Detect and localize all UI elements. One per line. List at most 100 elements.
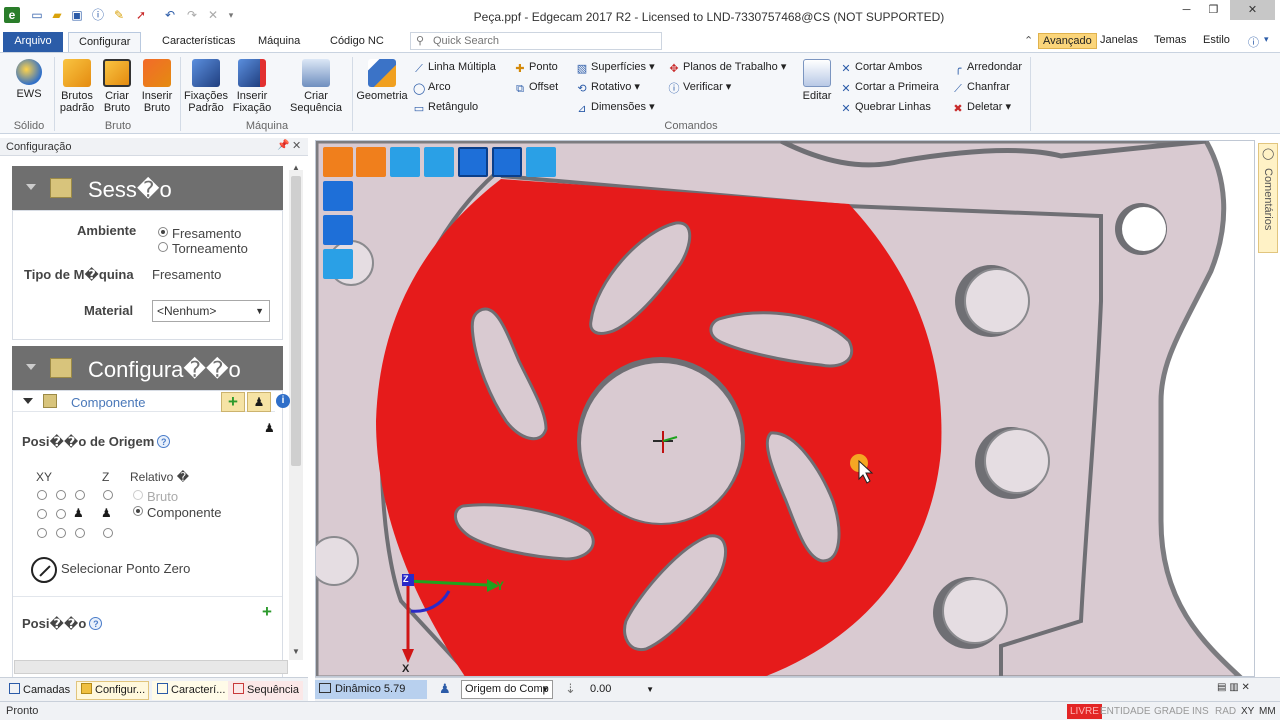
layout-icons[interactable]: ▤ ▥ ✕ xyxy=(1217,682,1250,693)
xy-origin-radio[interactable] xyxy=(56,509,66,519)
z-origin-radio[interactable] xyxy=(103,490,113,500)
side-view-icon[interactable] xyxy=(323,249,353,279)
zoom-icon[interactable] xyxy=(458,147,488,177)
xy-origin-radio[interactable] xyxy=(75,490,85,500)
flag-xy[interactable]: XY xyxy=(1238,704,1257,719)
flag-ins[interactable]: INS xyxy=(1189,704,1212,719)
collapse-ribbon-icon[interactable]: ⌃ xyxy=(1024,34,1033,47)
search-input[interactable] xyxy=(433,34,658,48)
dimensoes-button[interactable]: ⊿ Dimensões ▾ xyxy=(576,99,654,115)
radio-torneamento[interactable] xyxy=(158,242,168,252)
menu-janelas[interactable]: Janelas xyxy=(1100,34,1138,46)
menu-temas[interactable]: Temas xyxy=(1154,34,1186,46)
z-origin-radio[interactable] xyxy=(103,528,113,538)
panel-scrollbar-thumb[interactable] xyxy=(291,176,301,466)
maximize-button[interactable]: ❐ xyxy=(1200,0,1227,20)
scroll-up-icon[interactable]: ▲ xyxy=(292,163,300,172)
selecionar-ponto-zero-label[interactable]: Selecionar Ponto Zero xyxy=(61,561,190,576)
retangulo-button[interactable]: ▭ Retângulo xyxy=(413,99,478,115)
arco-button[interactable]: ◯ Arco xyxy=(413,79,451,95)
xy-origin-radio[interactable] xyxy=(37,490,47,500)
section-configuracao-header[interactable]: Configura��o xyxy=(12,346,283,390)
cortar-ambos-button[interactable]: ✕ Cortar Ambos xyxy=(840,59,922,75)
xy-origin-radio[interactable] xyxy=(75,528,85,538)
tab-caracteristicas-panel[interactable]: Caracterí... xyxy=(152,681,230,700)
scroll-down-icon[interactable]: ▼ xyxy=(292,647,300,656)
ews-button[interactable]: EWS xyxy=(12,59,46,100)
inserir-fixacao-button[interactable]: Inserir Fixação xyxy=(230,59,274,114)
quick-search[interactable]: ⚲ xyxy=(410,32,662,50)
z-origin-selected-icon[interactable]: ♟ xyxy=(101,506,112,520)
ribbon-options-icon[interactable]: ▾ xyxy=(1264,34,1269,45)
front-view-icon[interactable] xyxy=(323,215,353,245)
tab-maquina[interactable]: Máquina xyxy=(248,32,310,52)
graphics-viewport[interactable]: Y X Z xyxy=(315,140,1255,677)
pin-icon[interactable]: 📌 xyxy=(277,140,289,151)
material-select[interactable]: <Nenhum> ▼ xyxy=(152,300,270,322)
radio-bruto[interactable] xyxy=(133,490,143,500)
redo-icon[interactable]: ↷ xyxy=(185,8,199,22)
tab-arquivo[interactable]: Arquivo xyxy=(3,32,63,52)
verificar-button[interactable]: ⓘ Verificar ▾ xyxy=(668,79,732,95)
geometria-button[interactable]: Geometria xyxy=(356,59,408,102)
radio-fresamento[interactable] xyxy=(158,227,168,237)
quebrar-linhas-button[interactable]: ✕ Quebrar Linhas xyxy=(840,99,930,115)
iso-view-icon[interactable] xyxy=(323,147,353,177)
component-info-icon[interactable]: i xyxy=(276,394,290,408)
top-view-icon[interactable] xyxy=(323,181,353,211)
dynamic-zoom-readout[interactable]: Dinâmico 5.79 xyxy=(315,680,427,699)
rotativo-button[interactable]: ⟲ Rotativo ▾ xyxy=(576,79,640,95)
collapse-arrow-icon[interactable] xyxy=(26,364,36,370)
depth-select[interactable]: 0.00 ▼ xyxy=(585,680,657,699)
editar-button[interactable]: Editar xyxy=(798,59,836,102)
customize-qa-icon[interactable]: ▾ xyxy=(224,8,238,22)
machine-view-icon[interactable] xyxy=(356,147,386,177)
radio-componente[interactable] xyxy=(133,506,143,516)
ponto-button[interactable]: ✚ Ponto xyxy=(514,59,557,75)
help-icon[interactable]: ⓘ xyxy=(1248,34,1259,50)
brutos-padrao-button[interactable]: Brutos padrão xyxy=(58,59,96,114)
app-logo-icon[interactable]: e xyxy=(4,7,20,23)
expand-arrow-icon[interactable] xyxy=(23,398,33,404)
save-icon[interactable]: ▣ xyxy=(70,8,84,22)
xy-origin-radio[interactable] xyxy=(56,490,66,500)
xy-origin-radio[interactable] xyxy=(37,509,47,519)
xy-origin-radio[interactable] xyxy=(37,528,47,538)
flag-rad[interactable]: RAD xyxy=(1212,704,1239,719)
origin-select[interactable]: Origem do Comp ▼ xyxy=(461,680,553,699)
tab-sequencia[interactable]: Sequência xyxy=(228,681,303,700)
new-icon[interactable]: ▭ xyxy=(30,8,44,22)
open-icon[interactable]: ▰ xyxy=(50,8,64,22)
superficies-button[interactable]: ▧ Superfícies ▾ xyxy=(576,59,655,75)
arredondar-button[interactable]: ╭ Arredondar xyxy=(952,59,1022,75)
cancel-icon[interactable]: ✕ xyxy=(206,8,220,22)
fixacoes-padrao-button[interactable]: Fixações Padrão xyxy=(184,59,228,114)
workplane-icon[interactable]: ♟ xyxy=(439,681,451,697)
tab-configurar-panel[interactable]: Configur... xyxy=(76,681,150,700)
select-zero-point-icon[interactable] xyxy=(31,557,57,583)
help-icon[interactable]: ? xyxy=(89,617,103,630)
list-view-icon[interactable] xyxy=(492,147,522,177)
linha-multipla-button[interactable]: ⟋ Linha Múltipla xyxy=(413,59,496,75)
grid-view-icon[interactable] xyxy=(526,147,556,177)
deletar-button[interactable]: ✖ Deletar ▾ xyxy=(952,99,1011,115)
collapse-arrow-icon[interactable] xyxy=(26,184,36,190)
part-drawing[interactable] xyxy=(316,141,1255,677)
offset-button[interactable]: ⧉ Offset xyxy=(514,79,558,95)
minimize-button[interactable]: ─ xyxy=(1173,0,1200,20)
tab-camadas[interactable]: Camadas xyxy=(4,681,74,700)
help-icon[interactable]: ? xyxy=(157,435,171,448)
origin-marker-icon[interactable]: ♟ xyxy=(264,421,275,435)
flag-mm[interactable]: MM xyxy=(1256,704,1279,719)
add-component-button[interactable]: + xyxy=(221,392,245,412)
close-button[interactable]: ✕ xyxy=(1230,0,1275,20)
cursor-icon[interactable]: ➚ xyxy=(134,8,148,22)
info-icon[interactable]: ⓘ xyxy=(91,8,105,22)
flag-entidade[interactable]: ENTIDADE xyxy=(1097,704,1154,719)
xy-origin-radio[interactable] xyxy=(56,528,66,538)
cortar-primeira-button[interactable]: ✕ Cortar a Primeira xyxy=(840,79,938,95)
horizontal-scrollbar[interactable] xyxy=(14,660,288,674)
inserir-bruto-button[interactable]: Inserir Bruto xyxy=(138,59,176,114)
component-tool-button[interactable]: ♟ xyxy=(247,392,271,412)
fixture-view-icon[interactable] xyxy=(390,147,420,177)
